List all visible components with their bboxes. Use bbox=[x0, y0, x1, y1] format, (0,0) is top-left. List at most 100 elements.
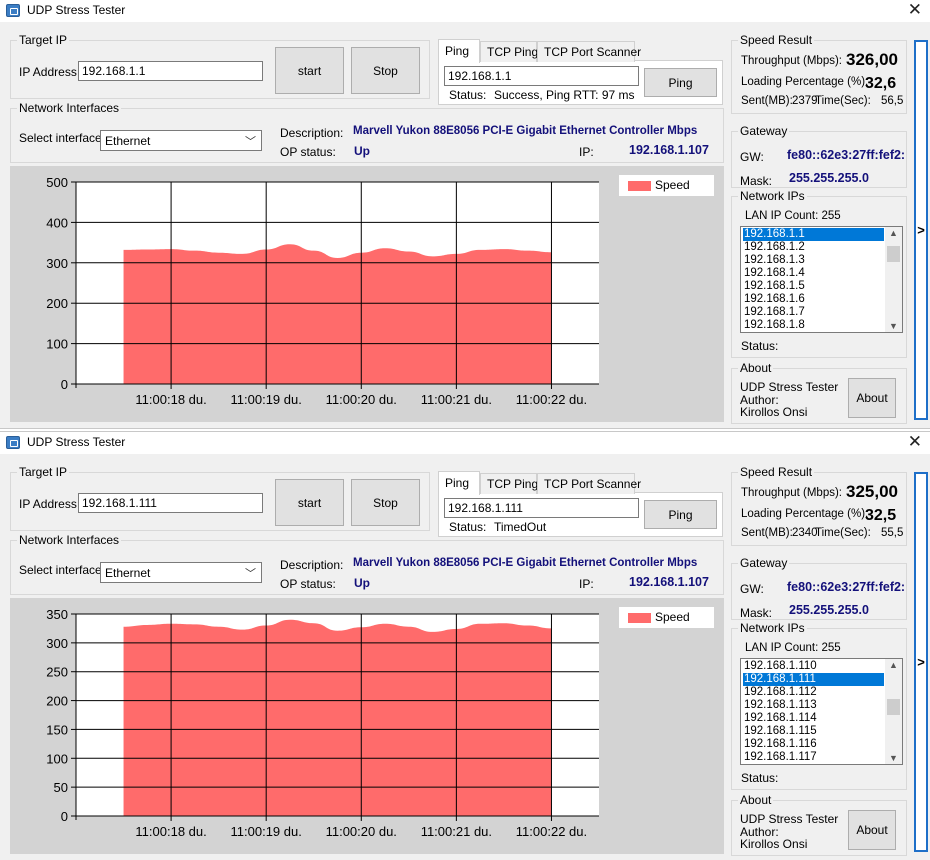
y-tick-label: 250 bbox=[46, 665, 68, 680]
x-tick-label: 11:00:20 du. bbox=[326, 392, 397, 407]
x-tick-label: 11:00:20 du. bbox=[326, 824, 397, 839]
expand-panel-button[interactable]: > bbox=[914, 472, 928, 852]
gateway-gw-value: fe80::62e3:27ff:fef2: bbox=[787, 148, 906, 162]
x-tick-label: 11:00:21 du. bbox=[421, 392, 492, 407]
ip-list-item[interactable]: 192.168.1.8 bbox=[743, 319, 884, 332]
scroll-down-icon[interactable]: ▼ bbox=[885, 321, 902, 331]
scroll-up-icon[interactable]: ▲ bbox=[885, 660, 902, 670]
tab-tcp-ping[interactable]: TCP Ping bbox=[480, 41, 538, 62]
op-status-value: Up bbox=[354, 576, 370, 590]
scroll-up-icon[interactable]: ▲ bbox=[885, 228, 902, 238]
stop-button[interactable]: Stop bbox=[351, 479, 420, 526]
about-button-label: About bbox=[856, 823, 888, 837]
ip-list-item[interactable]: 192.168.1.111 bbox=[743, 673, 884, 686]
ping-status-label: Status: bbox=[449, 520, 487, 534]
chevron-down-icon: ﹀ bbox=[245, 568, 256, 580]
select-interface-label: Select interface bbox=[19, 563, 102, 577]
ip-list-item[interactable]: 192.168.1.115 bbox=[743, 725, 884, 738]
x-tick-label: 11:00:21 du. bbox=[421, 824, 492, 839]
ip-list-item[interactable]: 192.168.1.2 bbox=[743, 241, 884, 254]
network-interfaces-legend: Network Interfaces bbox=[17, 101, 122, 115]
ping-host-input[interactable]: 192.168.1.1 bbox=[444, 66, 639, 86]
lan-ip-count: LAN IP Count: 255 bbox=[745, 642, 841, 654]
close-icon[interactable]: ✕ bbox=[908, 1, 922, 19]
sent-mb-label: Sent(MB): bbox=[741, 95, 793, 107]
network-ips-status-label: Status: bbox=[741, 339, 779, 353]
ip-list-item[interactable]: 192.168.1.3 bbox=[743, 254, 884, 267]
ip-address-input[interactable]: 192.168.1.111 bbox=[78, 493, 263, 513]
x-tick-label: 11:00:19 du. bbox=[231, 392, 302, 407]
legend-swatch bbox=[628, 181, 651, 191]
ip-address-label: IP Address bbox=[19, 65, 77, 79]
ip-list-item[interactable]: 192.168.1.116 bbox=[743, 738, 884, 751]
ip-list-item[interactable]: 192.168.1.110 bbox=[743, 660, 884, 673]
ping-host-input[interactable]: 192.168.1.111 bbox=[444, 498, 639, 518]
speed-chart: 0 100 200 300 400 500 11:00:18 du. 11:00:19 du.… bbox=[10, 166, 724, 422]
ip-listbox[interactable]: 192.168.1.8 192.168.1.7 192.168.1.6 192.168… bbox=[740, 226, 903, 333]
time-sec-value: 55,5 bbox=[881, 527, 904, 539]
interface-ip-label: IP: bbox=[579, 145, 594, 159]
op-status-value: Up bbox=[354, 144, 370, 158]
select-interface-label: Select interface bbox=[19, 131, 102, 145]
stop-button-label: Stop bbox=[373, 63, 398, 78]
y-tick-label: 100 bbox=[46, 751, 68, 766]
interface-select[interactable]: Ethernet ﹀ bbox=[100, 562, 262, 583]
tab-tcp-ping[interactable]: TCP Ping bbox=[480, 473, 538, 494]
about-app-name: UDP Stress Tester bbox=[740, 812, 839, 826]
title-bar: UDP Stress Tester ✕ bbox=[0, 0, 930, 22]
ip-list-item[interactable]: 192.168.1.6 bbox=[743, 293, 884, 306]
legend-swatch bbox=[628, 613, 651, 623]
about-author-name: Kirollos Onsi bbox=[740, 405, 808, 419]
about-button[interactable]: About bbox=[848, 810, 896, 850]
ip-list-item[interactable]: 192.168.1.5 bbox=[743, 280, 884, 293]
y-tick-label: 50 bbox=[54, 780, 68, 795]
ping-button[interactable]: Ping bbox=[644, 68, 717, 97]
tab-ping[interactable]: Ping bbox=[438, 39, 480, 63]
ip-list-item[interactable]: 192.168.1.7 bbox=[743, 306, 884, 319]
y-tick-label: 400 bbox=[46, 215, 68, 230]
tab-tcp-port-scanner[interactable]: TCP Port Scanner bbox=[537, 41, 641, 62]
interface-select[interactable]: Ethernet ﹀ bbox=[100, 130, 262, 151]
about-app-name: UDP Stress Tester bbox=[740, 380, 839, 394]
y-tick-label: 150 bbox=[46, 722, 68, 737]
start-button[interactable]: start bbox=[275, 479, 344, 526]
ip-address-input[interactable]: 192.168.1.1 bbox=[78, 61, 263, 81]
chart-legend: Speed bbox=[619, 607, 714, 628]
ip-list-item[interactable]: 192.168.1.114 bbox=[743, 712, 884, 725]
target-ip-legend: Target IP bbox=[17, 465, 70, 479]
legend-series-name: Speed bbox=[655, 178, 690, 192]
ping-status-value: TimedOut bbox=[494, 520, 547, 534]
ip-list-item[interactable]: 192.168.1.113 bbox=[743, 699, 884, 712]
about-button[interactable]: About bbox=[848, 378, 896, 418]
about-legend: About bbox=[738, 793, 774, 807]
about-author-name: Kirollos Onsi bbox=[740, 837, 808, 851]
scroll-thumb[interactable] bbox=[887, 246, 900, 262]
ping-button[interactable]: Ping bbox=[644, 500, 717, 529]
interface-ip-value: 192.168.1.107 bbox=[629, 143, 709, 157]
app-window-2: UDP Stress Tester ✕ Target IP IP Address… bbox=[0, 432, 930, 860]
speed-result-legend: Speed Result bbox=[738, 465, 815, 479]
tab-ping[interactable]: Ping bbox=[438, 471, 480, 495]
tab-tcp-port-scanner[interactable]: TCP Port Scanner bbox=[537, 473, 641, 494]
close-icon[interactable]: ✕ bbox=[908, 433, 922, 451]
ip-list-item[interactable]: 192.168.1.112 bbox=[743, 686, 884, 699]
scroll-down-icon[interactable]: ▼ bbox=[885, 753, 902, 763]
ip-list-item[interactable]: 192.168.1.4 bbox=[743, 267, 884, 280]
network-ips-legend: Network IPs bbox=[738, 621, 807, 635]
stop-button[interactable]: Stop bbox=[351, 47, 420, 94]
ip-list-item[interactable]: 192.168.1.1 bbox=[743, 228, 884, 241]
start-button[interactable]: start bbox=[275, 47, 344, 94]
app-icon bbox=[6, 4, 20, 17]
scroll-thumb[interactable] bbox=[887, 699, 900, 715]
start-button-label: start bbox=[297, 495, 322, 510]
y-tick-label: 200 bbox=[46, 694, 68, 709]
description-label: Description: bbox=[280, 558, 344, 572]
x-tick-label: 11:00:19 du. bbox=[231, 824, 302, 839]
ip-list-item[interactable]: 192.168.1.117 bbox=[743, 751, 884, 764]
x-tick-label: 11:00:18 du. bbox=[135, 392, 206, 407]
expand-panel-button[interactable]: > bbox=[914, 40, 928, 420]
ip-list-scrollbar[interactable]: ▲ ▼ bbox=[885, 659, 902, 764]
ip-list-scrollbar[interactable]: ▲ ▼ bbox=[885, 227, 902, 332]
network-interfaces-legend: Network Interfaces bbox=[17, 533, 122, 547]
ip-listbox[interactable]: 192.168.1.117 192.168.1.116 192.168.1.115 1… bbox=[740, 658, 903, 765]
